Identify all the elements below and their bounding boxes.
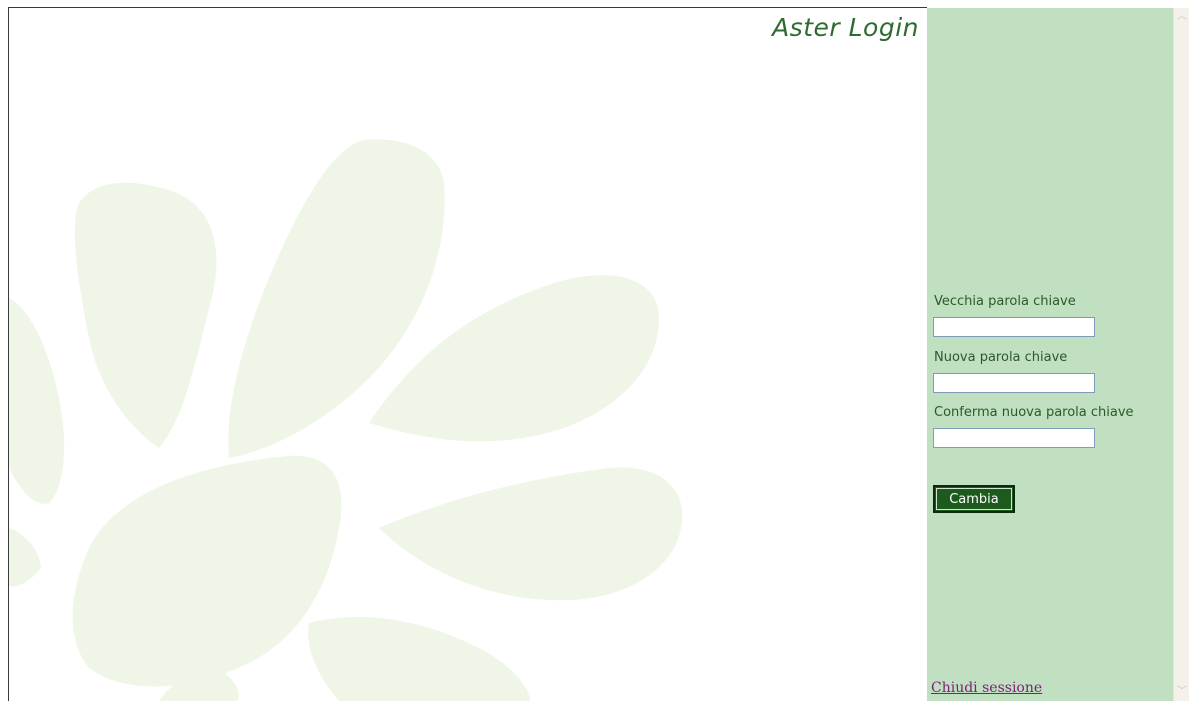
scroll-up-icon[interactable]: ︿	[1175, 9, 1189, 25]
vertical-scrollbar[interactable]: ︿ ﹀	[1173, 8, 1189, 701]
new-password-field[interactable]	[933, 373, 1095, 393]
old-password-label: Vecchia parola chiave	[934, 294, 1076, 309]
petal	[9, 528, 41, 587]
confirm-password-field[interactable]	[933, 428, 1095, 448]
logout-link[interactable]: Chiudi sessione	[931, 680, 1042, 696]
petal	[379, 467, 683, 601]
petal	[72, 455, 342, 687]
flower-watermark-icon	[9, 139, 683, 701]
petal	[74, 182, 217, 448]
password-change-panel: Vecchia parola chiave Nuova parola chiav…	[927, 8, 1173, 701]
page-title: Aster Login	[772, 13, 919, 42]
confirm-password-label: Conferma nuova parola chiave	[934, 405, 1134, 420]
page: Aster Login Vecchia parola chiave Nuova …	[0, 0, 1189, 701]
main-content: Aster Login	[9, 8, 927, 701]
old-password-field[interactable]	[933, 317, 1095, 337]
petal	[9, 298, 65, 504]
change-password-button[interactable]: Cambia	[933, 485, 1015, 513]
scroll-down-icon[interactable]: ﹀	[1175, 684, 1189, 700]
new-password-label: Nuova parola chiave	[934, 350, 1068, 365]
petal	[308, 617, 530, 701]
